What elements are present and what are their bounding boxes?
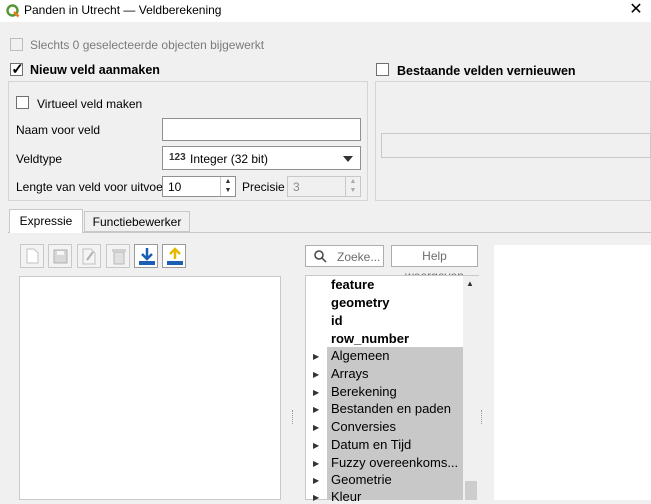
list-item[interactable]: Fuzzy overeenkoms... bbox=[331, 455, 458, 470]
download-icon bbox=[139, 248, 155, 265]
help-button[interactable]: Help weergeven bbox=[391, 245, 478, 283]
splitter-handle[interactable] bbox=[481, 410, 484, 424]
list-item[interactable]: Geometrie bbox=[331, 472, 392, 487]
new-file-button[interactable] bbox=[20, 244, 44, 268]
title-bar: Panden in Utrecht — Veldberekening ✕ bbox=[0, 0, 651, 22]
existing-field-select[interactable] bbox=[381, 133, 651, 158]
upload-icon bbox=[167, 247, 183, 265]
virtual-field-label: Virtueel veld maken bbox=[37, 97, 143, 111]
search-placeholder: Zoeke... bbox=[337, 250, 381, 264]
field-length-spinbox[interactable]: 10 ▲ ▼ bbox=[162, 176, 236, 197]
field-name-label: Naam voor veld bbox=[16, 123, 101, 137]
list-item[interactable]: Algemeen bbox=[331, 348, 390, 363]
spin-up-icon[interactable]: ▲ bbox=[221, 177, 235, 186]
list-item[interactable]: Conversies bbox=[331, 419, 396, 434]
precision-spinbox[interactable]: 3 ▲ ▼ bbox=[287, 176, 361, 197]
trash-icon bbox=[112, 249, 126, 265]
expand-arrow-icon[interactable]: ▶ bbox=[313, 441, 319, 450]
function-list-scrollbar[interactable]: ▲ bbox=[463, 276, 479, 500]
create-new-field-label: Nieuw veld aanmaken bbox=[30, 63, 160, 77]
list-item[interactable]: Kleur bbox=[331, 489, 361, 504]
help-panel bbox=[494, 245, 651, 500]
new-file-icon bbox=[26, 248, 39, 264]
list-item[interactable]: id bbox=[331, 313, 343, 328]
expand-arrow-icon[interactable]: ▶ bbox=[313, 388, 319, 397]
splitter-handle[interactable] bbox=[292, 410, 295, 424]
list-item[interactable]: row_number bbox=[331, 331, 409, 346]
expand-arrow-icon[interactable]: ▶ bbox=[313, 370, 319, 379]
expand-arrow-icon[interactable]: ▶ bbox=[313, 352, 319, 361]
only-selected-label: Slechts 0 geselecteerde objecten bijgewe… bbox=[30, 38, 265, 52]
integer-type-icon: 123 bbox=[169, 152, 186, 163]
list-item[interactable]: geometry bbox=[331, 295, 390, 310]
field-type-value: Integer (32 bit) bbox=[190, 152, 269, 166]
expand-arrow-icon[interactable]: ▶ bbox=[313, 405, 319, 414]
search-icon bbox=[314, 250, 327, 263]
close-icon[interactable]: ✕ bbox=[626, 0, 646, 20]
checkmark-icon: ✓ bbox=[11, 61, 24, 78]
expand-arrow-icon[interactable]: ▶ bbox=[313, 459, 319, 468]
list-item[interactable]: Bestanden en paden bbox=[331, 401, 451, 416]
edit-icon bbox=[82, 248, 96, 265]
field-length-value: 10 bbox=[168, 180, 182, 194]
list-item[interactable]: feature bbox=[331, 277, 374, 292]
update-existing-label: Bestaande velden vernieuwen bbox=[397, 64, 576, 78]
precision-label: Precisie bbox=[242, 180, 285, 194]
edit-button[interactable] bbox=[77, 244, 101, 268]
chevron-down-icon bbox=[343, 156, 353, 162]
only-selected-checkbox[interactable] bbox=[10, 38, 23, 51]
field-name-input[interactable] bbox=[162, 118, 361, 141]
save-icon bbox=[53, 249, 68, 264]
list-item[interactable]: Berekening bbox=[331, 384, 397, 399]
list-item[interactable]: Datum en Tijd bbox=[331, 437, 411, 452]
expression-editor[interactable] bbox=[19, 276, 281, 500]
create-new-field-checkbox[interactable]: ✓ bbox=[10, 61, 24, 78]
window-title: Panden in Utrecht — Veldberekening bbox=[24, 3, 222, 17]
field-length-label: Lengte van veld voor uitvoer bbox=[16, 180, 167, 194]
spin-up-icon[interactable]: ▲ bbox=[346, 177, 360, 186]
scroll-up-icon[interactable]: ▲ bbox=[466, 279, 474, 288]
scroll-thumb[interactable] bbox=[465, 481, 477, 500]
save-button[interactable] bbox=[48, 244, 72, 268]
update-existing-checkbox[interactable] bbox=[376, 63, 389, 76]
spin-down-icon[interactable]: ▼ bbox=[221, 186, 235, 195]
spin-down-icon[interactable]: ▼ bbox=[346, 186, 360, 195]
field-type-select[interactable]: 123 Integer (32 bit) bbox=[162, 146, 361, 170]
export-button[interactable] bbox=[162, 244, 186, 268]
tab-function-editor[interactable]: Functiebewerker bbox=[84, 211, 190, 232]
tab-expression[interactable]: Expressie bbox=[9, 209, 83, 233]
search-input[interactable]: Zoeke... bbox=[305, 245, 384, 267]
precision-value: 3 bbox=[293, 180, 300, 194]
list-item[interactable]: Arrays bbox=[331, 366, 369, 381]
virtual-field-checkbox[interactable] bbox=[16, 96, 29, 109]
expand-arrow-icon[interactable]: ▶ bbox=[313, 476, 319, 485]
qgis-logo-icon bbox=[6, 4, 20, 18]
expand-arrow-icon[interactable]: ▶ bbox=[313, 423, 319, 432]
import-button[interactable] bbox=[134, 244, 158, 268]
expand-arrow-icon[interactable]: ▶ bbox=[313, 493, 319, 502]
field-type-label: Veldtype bbox=[16, 152, 63, 166]
delete-button[interactable] bbox=[106, 244, 130, 268]
